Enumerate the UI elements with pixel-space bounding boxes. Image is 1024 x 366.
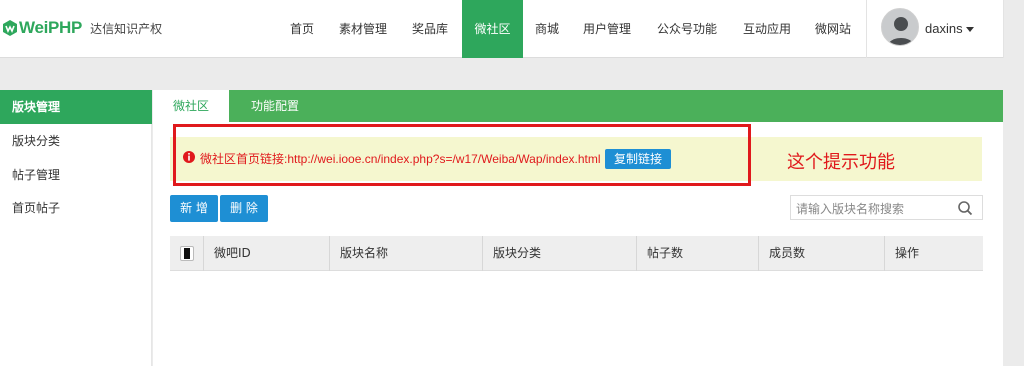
tab-community[interactable]: 微社区: [153, 90, 229, 122]
top-navbar: WeiPHP 达信知识产权 首页 素材管理 奖品库 微社区 商城 用户管理 公众…: [0, 0, 1004, 58]
nav-item-mall[interactable]: 商城: [525, 0, 569, 58]
company-name: 达信知识产权: [90, 21, 163, 36]
select-all-checkbox[interactable]: [180, 246, 194, 261]
delete-button[interactable]: 删 除: [220, 195, 268, 222]
nav-item-home[interactable]: 首页: [277, 0, 327, 58]
nav-item-prizes[interactable]: 奖品库: [401, 0, 459, 58]
info-icon: [183, 151, 195, 163]
sidebar-item-section-management[interactable]: 版块管理: [0, 90, 152, 124]
table-header: 微吧ID 版块名称 版块分类 帖子数 成员数 操作: [170, 236, 983, 271]
nav-item-interactive-apps[interactable]: 互动应用: [734, 0, 800, 58]
tab-bar: 微社区 功能配置: [153, 90, 1003, 122]
add-button[interactable]: 新 增: [170, 195, 218, 222]
column-header-id: 微吧ID: [203, 236, 329, 271]
nav-item-official-account[interactable]: 公众号功能: [647, 0, 727, 58]
avatar: [881, 8, 919, 46]
column-header-category: 版块分类: [482, 236, 636, 271]
nav-item-microsite[interactable]: 微网站: [806, 0, 860, 58]
column-header-name: 版块名称: [329, 236, 482, 271]
main-content: 微社区 功能配置 微社区首页链接:http://wei.iooe.cn/inde…: [153, 90, 1003, 366]
search-icon[interactable]: [957, 200, 973, 216]
column-header-members: 成员数: [758, 236, 884, 271]
tab-settings[interactable]: 功能配置: [239, 90, 311, 122]
nav-item-materials[interactable]: 素材管理: [330, 0, 396, 58]
community-link-text: 微社区首页链接:http://wei.iooe.cn/index.php?s=/…: [200, 152, 601, 166]
column-header-actions: 操作: [884, 236, 983, 271]
chevron-down-icon: [966, 27, 974, 32]
search-placeholder: 请输入版块名称搜索: [796, 202, 905, 216]
username: daxins: [925, 21, 963, 36]
sidebar-item-post-management[interactable]: 帖子管理: [0, 158, 152, 192]
search-input[interactable]: 请输入版块名称搜索: [790, 195, 983, 220]
column-header-posts: 帖子数: [636, 236, 758, 271]
nav-item-users[interactable]: 用户管理: [576, 0, 638, 58]
sidebar-item-section-category[interactable]: 版块分类: [0, 124, 152, 158]
logo-mark-icon: [3, 20, 17, 36]
nav-item-community[interactable]: 微社区: [462, 0, 523, 58]
sidebar: 版块管理 版块分类 帖子管理 首页帖子: [0, 90, 152, 366]
sidebar-item-home-posts[interactable]: 首页帖子: [0, 191, 152, 225]
logo[interactable]: WeiPHP 达信知识产权: [2, 18, 162, 38]
annotation-text: 这个提示功能: [787, 152, 895, 173]
user-avatar-icon: [887, 17, 915, 45]
brand-name: WeiPHP: [19, 18, 83, 37]
user-menu[interactable]: daxins: [866, 0, 1004, 58]
copy-link-button[interactable]: 复制链接: [605, 149, 671, 169]
select-all-cell: [170, 236, 203, 271]
